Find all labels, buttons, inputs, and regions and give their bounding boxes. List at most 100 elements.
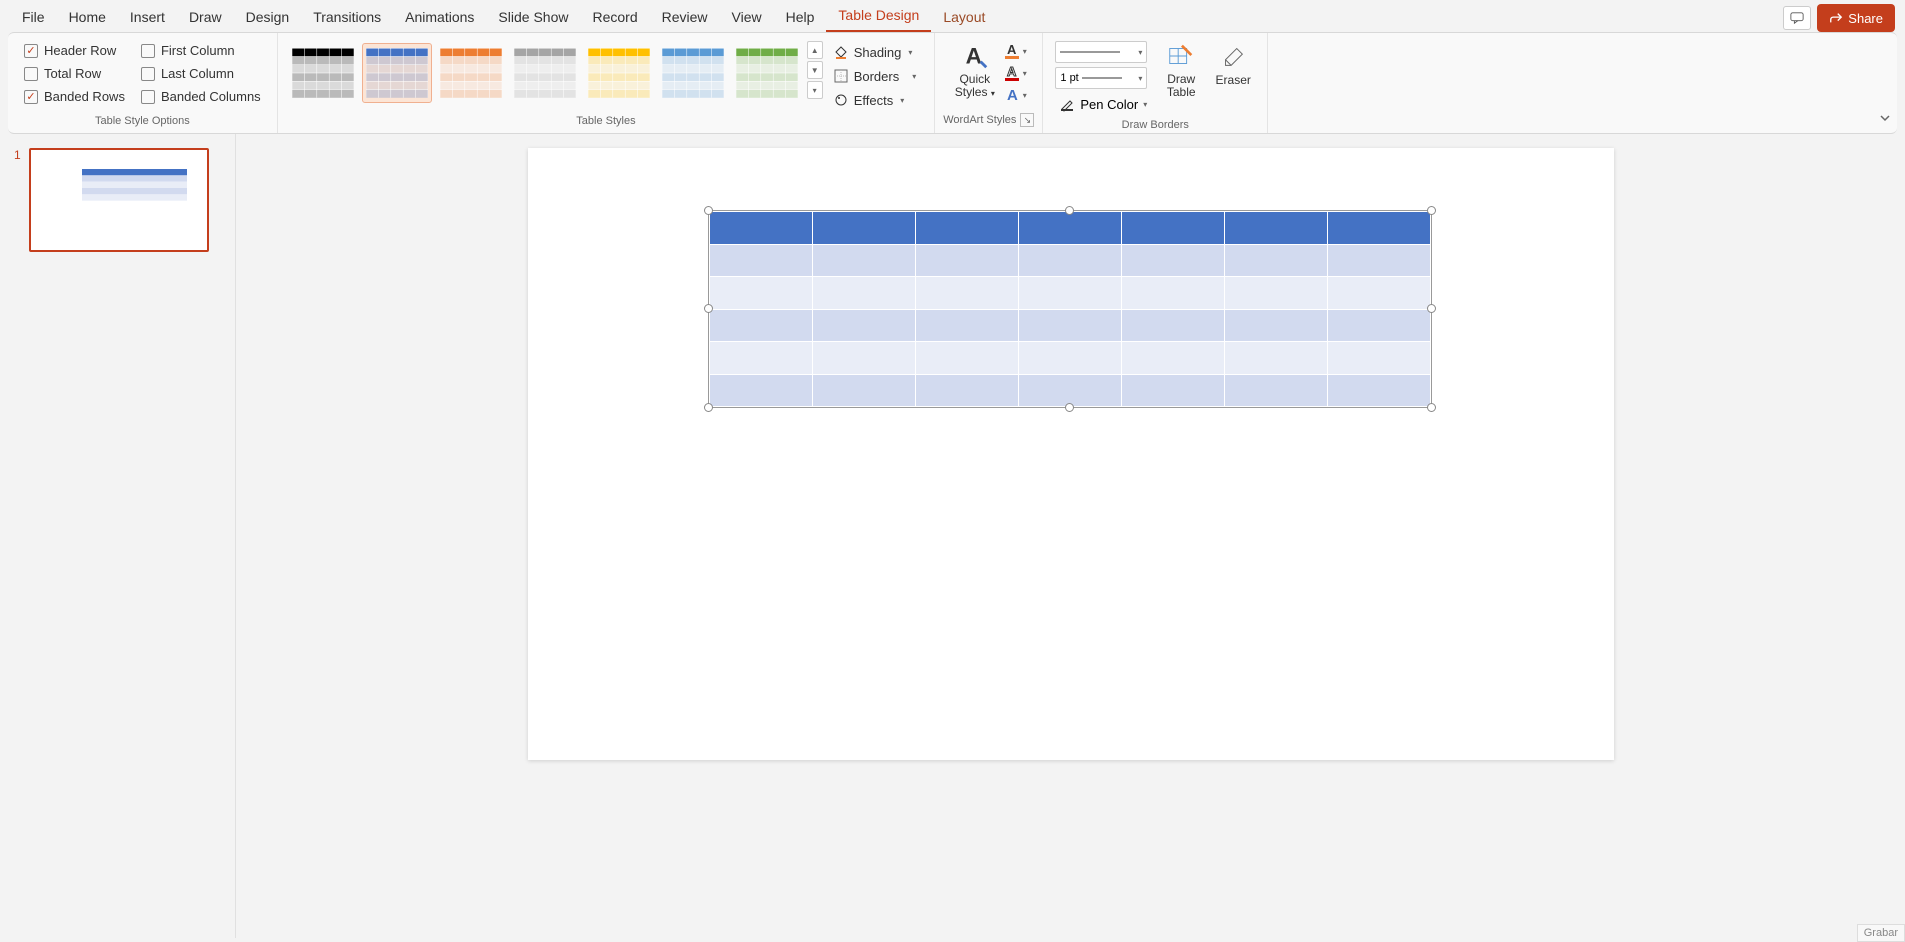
table-cell[interactable]	[709, 244, 812, 277]
table-cell[interactable]	[812, 244, 915, 277]
shading-button[interactable]: Shading ▾	[827, 41, 923, 63]
tab-layout[interactable]: Layout	[931, 2, 997, 32]
resize-handle-nw[interactable]	[704, 206, 713, 215]
text-effects-button[interactable]: A▾	[1003, 85, 1027, 105]
table-cell[interactable]	[1121, 374, 1224, 407]
table-cell[interactable]	[915, 212, 1018, 245]
table-style-swatch-5[interactable]	[658, 43, 728, 103]
table-cell[interactable]	[709, 277, 812, 310]
table-cell[interactable]	[1018, 244, 1121, 277]
resize-handle-n[interactable]	[1065, 206, 1074, 215]
table-cell[interactable]	[1018, 374, 1121, 407]
text-fill-button[interactable]: A▾	[1003, 41, 1027, 61]
slide-canvas[interactable]	[528, 148, 1614, 760]
resize-handle-s[interactable]	[1065, 403, 1074, 412]
table-cell[interactable]	[812, 309, 915, 342]
table-cell[interactable]	[1121, 342, 1224, 375]
table-cell[interactable]	[915, 244, 1018, 277]
table-cell[interactable]	[812, 212, 915, 245]
table-style-swatch-6[interactable]	[732, 43, 802, 103]
table-cell[interactable]	[1018, 309, 1121, 342]
quick-styles-button[interactable]: A QuickStyles ▾	[949, 37, 1001, 103]
table-cell[interactable]	[1224, 212, 1327, 245]
table-style-swatch-0[interactable]	[288, 43, 358, 103]
comments-button[interactable]	[1783, 6, 1811, 30]
text-outline-button[interactable]: A▾	[1003, 63, 1027, 83]
check-banded-columns[interactable]: Banded Columns	[141, 89, 261, 104]
tab-table-design[interactable]: Table Design	[826, 0, 931, 32]
table-cell[interactable]	[1018, 342, 1121, 375]
check-banded-rows[interactable]: Banded Rows	[24, 89, 125, 104]
table-cell[interactable]	[709, 212, 812, 245]
collapse-ribbon-button[interactable]	[1879, 112, 1891, 127]
selected-table[interactable]	[708, 210, 1432, 408]
gallery-more[interactable]: ▾	[807, 81, 823, 99]
table-cell[interactable]	[1327, 309, 1430, 342]
pen-style-combo[interactable]: ▾	[1055, 41, 1147, 63]
slide-thumbnail-panel[interactable]: 1	[0, 134, 236, 938]
resize-handle-ne[interactable]	[1427, 206, 1436, 215]
tab-help[interactable]: Help	[774, 2, 827, 32]
table-cell[interactable]	[709, 309, 812, 342]
pen-weight-combo[interactable]: 1 pt ▾	[1055, 67, 1147, 89]
slide-thumbnail-1[interactable]	[29, 148, 209, 252]
check-header-row[interactable]: Header Row	[24, 43, 125, 58]
draw-table-button[interactable]: DrawTable	[1155, 37, 1207, 103]
check-last-column[interactable]: Last Column	[141, 66, 261, 81]
status-recording[interactable]: Grabar	[1857, 924, 1905, 942]
resize-handle-e[interactable]	[1427, 304, 1436, 313]
table-style-swatch-1[interactable]	[362, 43, 432, 103]
table-cell[interactable]	[915, 374, 1018, 407]
resize-handle-sw[interactable]	[704, 403, 713, 412]
tab-animations[interactable]: Animations	[393, 2, 486, 32]
table-cell[interactable]	[915, 309, 1018, 342]
table-style-swatch-4[interactable]	[584, 43, 654, 103]
gallery-scroll-down[interactable]: ▼	[807, 61, 823, 79]
pen-color-button[interactable]: Pen Color ▾	[1055, 93, 1151, 115]
table-cell[interactable]	[1224, 374, 1327, 407]
table-cell[interactable]	[1224, 277, 1327, 310]
table-cell[interactable]	[1018, 212, 1121, 245]
table-style-swatch-2[interactable]	[436, 43, 506, 103]
table-style-swatch-3[interactable]	[510, 43, 580, 103]
table-cell[interactable]	[1121, 309, 1224, 342]
table-cell[interactable]	[812, 342, 915, 375]
tab-draw[interactable]: Draw	[177, 2, 234, 32]
table-cell[interactable]	[709, 342, 812, 375]
tab-transitions[interactable]: Transitions	[301, 2, 393, 32]
borders-button[interactable]: Borders ▾	[827, 65, 923, 87]
effects-button[interactable]: Effects ▾	[827, 89, 923, 111]
table-cell[interactable]	[1327, 342, 1430, 375]
resize-handle-se[interactable]	[1427, 403, 1436, 412]
table-cell[interactable]	[1121, 244, 1224, 277]
table-cell[interactable]	[812, 374, 915, 407]
table-cell[interactable]	[1121, 212, 1224, 245]
table-cell[interactable]	[1327, 374, 1430, 407]
table-cell[interactable]	[1224, 309, 1327, 342]
table-cell[interactable]	[1327, 277, 1430, 310]
check-total-row[interactable]: Total Row	[24, 66, 125, 81]
tab-insert[interactable]: Insert	[118, 2, 177, 32]
eraser-button[interactable]: Eraser	[1207, 37, 1259, 91]
table-cell[interactable]	[915, 342, 1018, 375]
gallery-scroll-up[interactable]: ▲	[807, 41, 823, 59]
table-cell[interactable]	[1224, 244, 1327, 277]
table-cell[interactable]	[709, 374, 812, 407]
table-cell[interactable]	[915, 277, 1018, 310]
table-cell[interactable]	[1121, 277, 1224, 310]
table-cell[interactable]	[1327, 244, 1430, 277]
tab-record[interactable]: Record	[580, 2, 649, 32]
table-cell[interactable]	[1018, 277, 1121, 310]
wordart-dialog-launcher[interactable]: ↘	[1020, 113, 1034, 127]
tab-view[interactable]: View	[720, 2, 774, 32]
table-cell[interactable]	[812, 277, 915, 310]
tab-slideshow[interactable]: Slide Show	[486, 2, 580, 32]
resize-handle-w[interactable]	[704, 304, 713, 313]
tab-file[interactable]: File	[10, 2, 57, 32]
table-cell[interactable]	[1224, 342, 1327, 375]
tab-design[interactable]: Design	[234, 2, 302, 32]
check-first-column[interactable]: First Column	[141, 43, 261, 58]
tab-home[interactable]: Home	[57, 2, 118, 32]
slide-canvas-area[interactable]	[236, 134, 1905, 938]
table-cell[interactable]	[1327, 212, 1430, 245]
